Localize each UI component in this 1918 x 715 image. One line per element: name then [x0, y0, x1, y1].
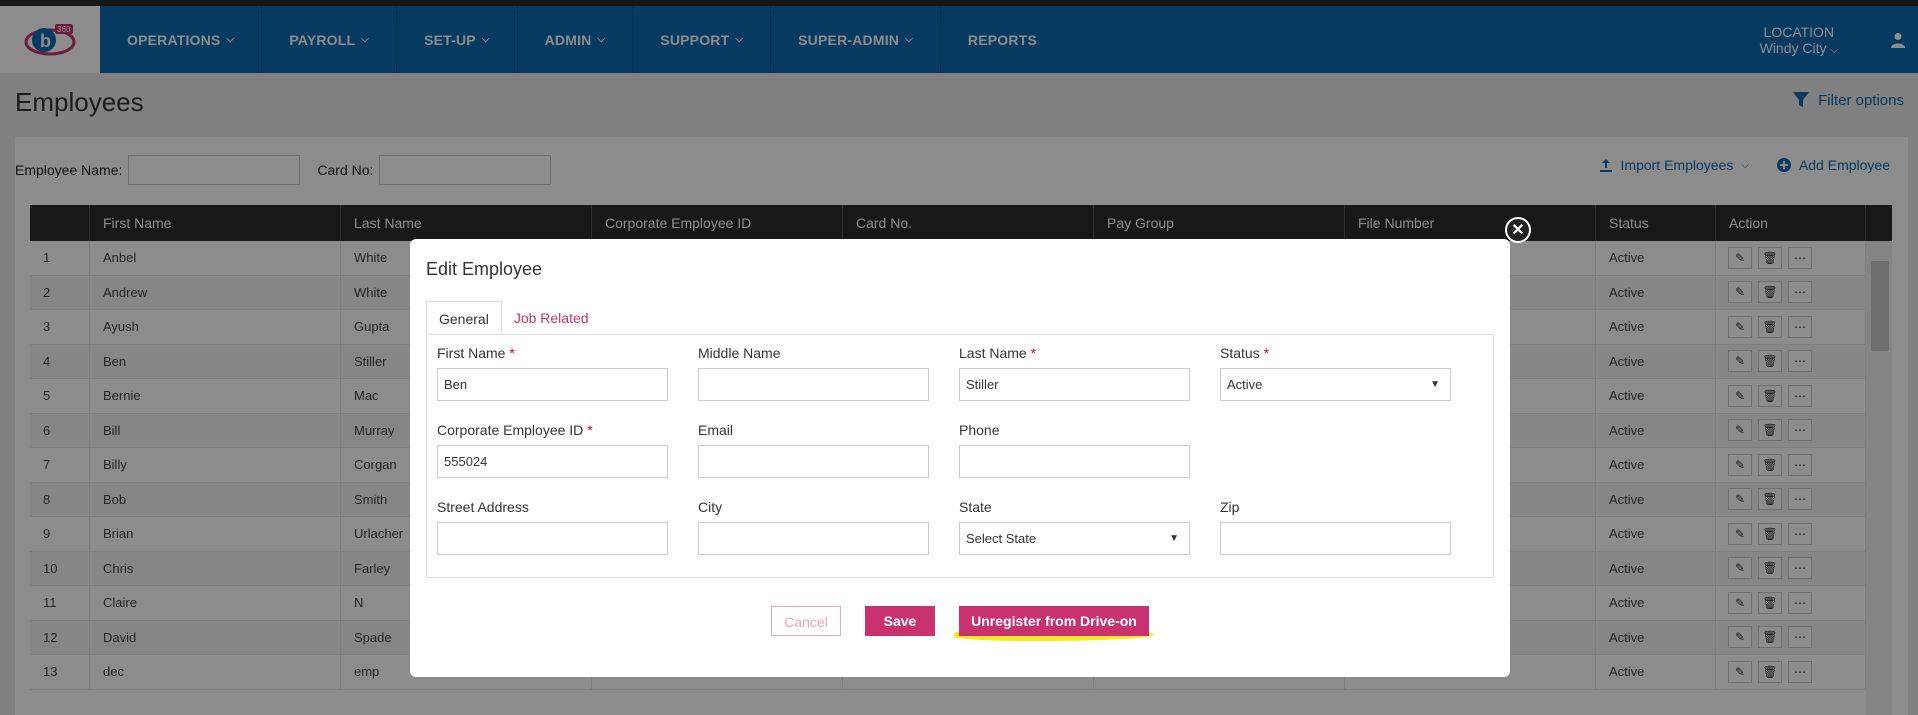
corp-id-input[interactable]: 555024	[437, 445, 668, 478]
phone-label: Phone	[959, 422, 1000, 438]
required-mark: *	[1263, 345, 1270, 361]
street-field: Street Address	[437, 499, 668, 555]
email-input[interactable]	[698, 445, 929, 478]
zip-label: Zip	[1220, 499, 1240, 515]
required-mark: *	[587, 422, 593, 438]
last-name-input[interactable]: Stiller	[959, 368, 1190, 401]
corp-id-label: Corporate Employee ID	[437, 422, 584, 438]
modal-title: Edit Employee	[426, 259, 543, 279]
general-form: First Name * Ben Middle Name Last Name *…	[426, 334, 1494, 578]
edit-employee-modal: Edit Employee General Job Related First …	[410, 239, 1510, 677]
zip-input[interactable]	[1220, 522, 1451, 555]
state-field: State Select State ▼	[959, 499, 1190, 555]
status-field: Status * Active ▼	[1220, 345, 1451, 401]
save-button[interactable]: Save	[865, 606, 935, 636]
required-mark: *	[509, 345, 515, 361]
city-label: City	[698, 499, 723, 515]
middle-name-label: Middle Name	[698, 345, 781, 361]
tab-job-related[interactable]: Job Related	[502, 301, 601, 335]
zip-field: Zip	[1220, 499, 1451, 555]
status-select[interactable]: Active ▼	[1220, 368, 1451, 401]
first-name-label: First Name	[437, 345, 506, 361]
state-label: State	[959, 499, 992, 515]
email-field: Email	[698, 422, 929, 478]
tab-general[interactable]: General	[426, 301, 502, 335]
first-name-input[interactable]: Ben	[437, 368, 668, 401]
caret-down-icon: ▼	[1169, 533, 1179, 544]
street-input[interactable]	[437, 522, 668, 555]
last-name-field: Last Name * Stiller	[959, 345, 1190, 401]
city-field: City	[698, 499, 929, 555]
phone-input[interactable]	[959, 445, 1190, 478]
cancel-button[interactable]: Cancel	[771, 606, 841, 636]
city-input[interactable]	[698, 522, 929, 555]
unregister-button[interactable]: Unregister from Drive-on app	[959, 606, 1149, 659]
street-label: Street Address	[437, 499, 529, 515]
middle-name-field: Middle Name	[698, 345, 929, 401]
state-select[interactable]: Select State ▼	[959, 522, 1190, 555]
close-icon[interactable]: ✕	[1505, 217, 1531, 243]
email-label: Email	[698, 422, 734, 438]
first-name-field: First Name * Ben	[437, 345, 668, 401]
last-name-label: Last Name	[959, 345, 1027, 361]
caret-down-icon: ▼	[1430, 379, 1440, 390]
phone-field: Phone	[959, 422, 1190, 478]
status-label: Status	[1220, 345, 1260, 361]
modal-tabs: General Job Related	[426, 301, 601, 335]
required-mark: *	[1030, 345, 1037, 361]
middle-name-input[interactable]	[698, 368, 929, 401]
corp-id-field: Corporate Employee ID * 555024	[437, 422, 668, 478]
